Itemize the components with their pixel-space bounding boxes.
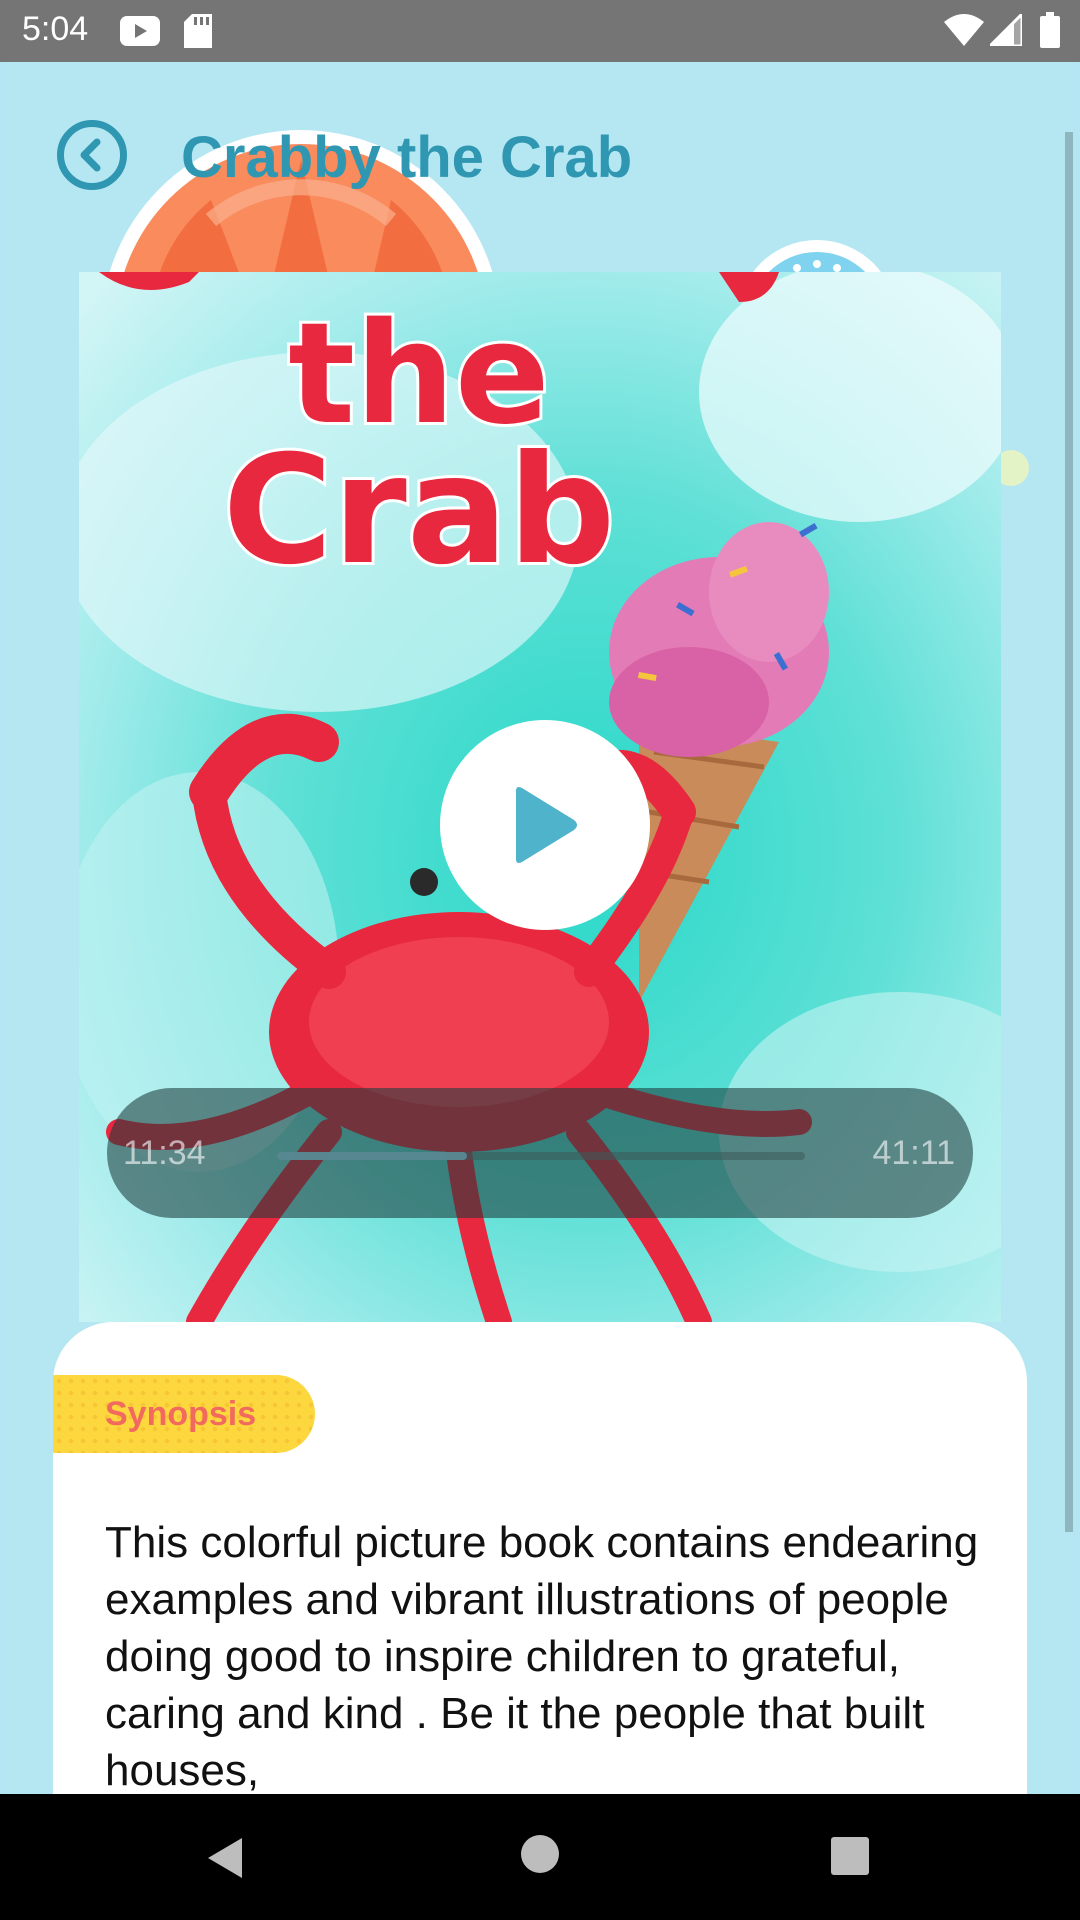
back-triangle-icon[interactable]: [204, 1836, 246, 1885]
signal-icon: [986, 10, 1024, 51]
sd-card-icon: [184, 14, 212, 53]
battery-icon: [1040, 12, 1060, 53]
scrollbar[interactable]: [1065, 132, 1073, 1532]
app-screen: Crabby the Crab the Crab 11:34 41:11 Syn…: [7, 62, 1073, 1794]
recents-square-icon[interactable]: [830, 1836, 870, 1881]
audio-progress-bar: 11:34 41:11: [107, 1088, 973, 1218]
current-time: 11:34: [123, 1134, 206, 1172]
synopsis-text: This colorful picture book contains ende…: [105, 1518, 979, 1794]
page-title: Crabby the Crab: [181, 125, 633, 190]
synopsis-label: Synopsis: [105, 1395, 257, 1433]
wifi-icon: [944, 14, 984, 51]
navigation-bar: [0, 1794, 1080, 1920]
seek-bar[interactable]: [277, 1152, 805, 1160]
seek-bar-progress: [277, 1152, 468, 1160]
youtube-icon: [120, 16, 160, 51]
back-button[interactable]: [57, 120, 127, 190]
home-circle-icon[interactable]: [520, 1834, 560, 1879]
chevron-left-icon: [80, 138, 101, 172]
status-time: 5:04: [22, 10, 89, 48]
status-bar: 5:04: [0, 0, 1080, 62]
cover-title-line-2: Crab: [223, 424, 616, 598]
synopsis-badge: Synopsis: [53, 1375, 315, 1453]
play-button[interactable]: [440, 720, 650, 930]
total-time: 41:11: [872, 1134, 955, 1172]
play-icon: [516, 787, 577, 863]
synopsis-card: Synopsis This colorful picture book cont…: [53, 1322, 1027, 1794]
